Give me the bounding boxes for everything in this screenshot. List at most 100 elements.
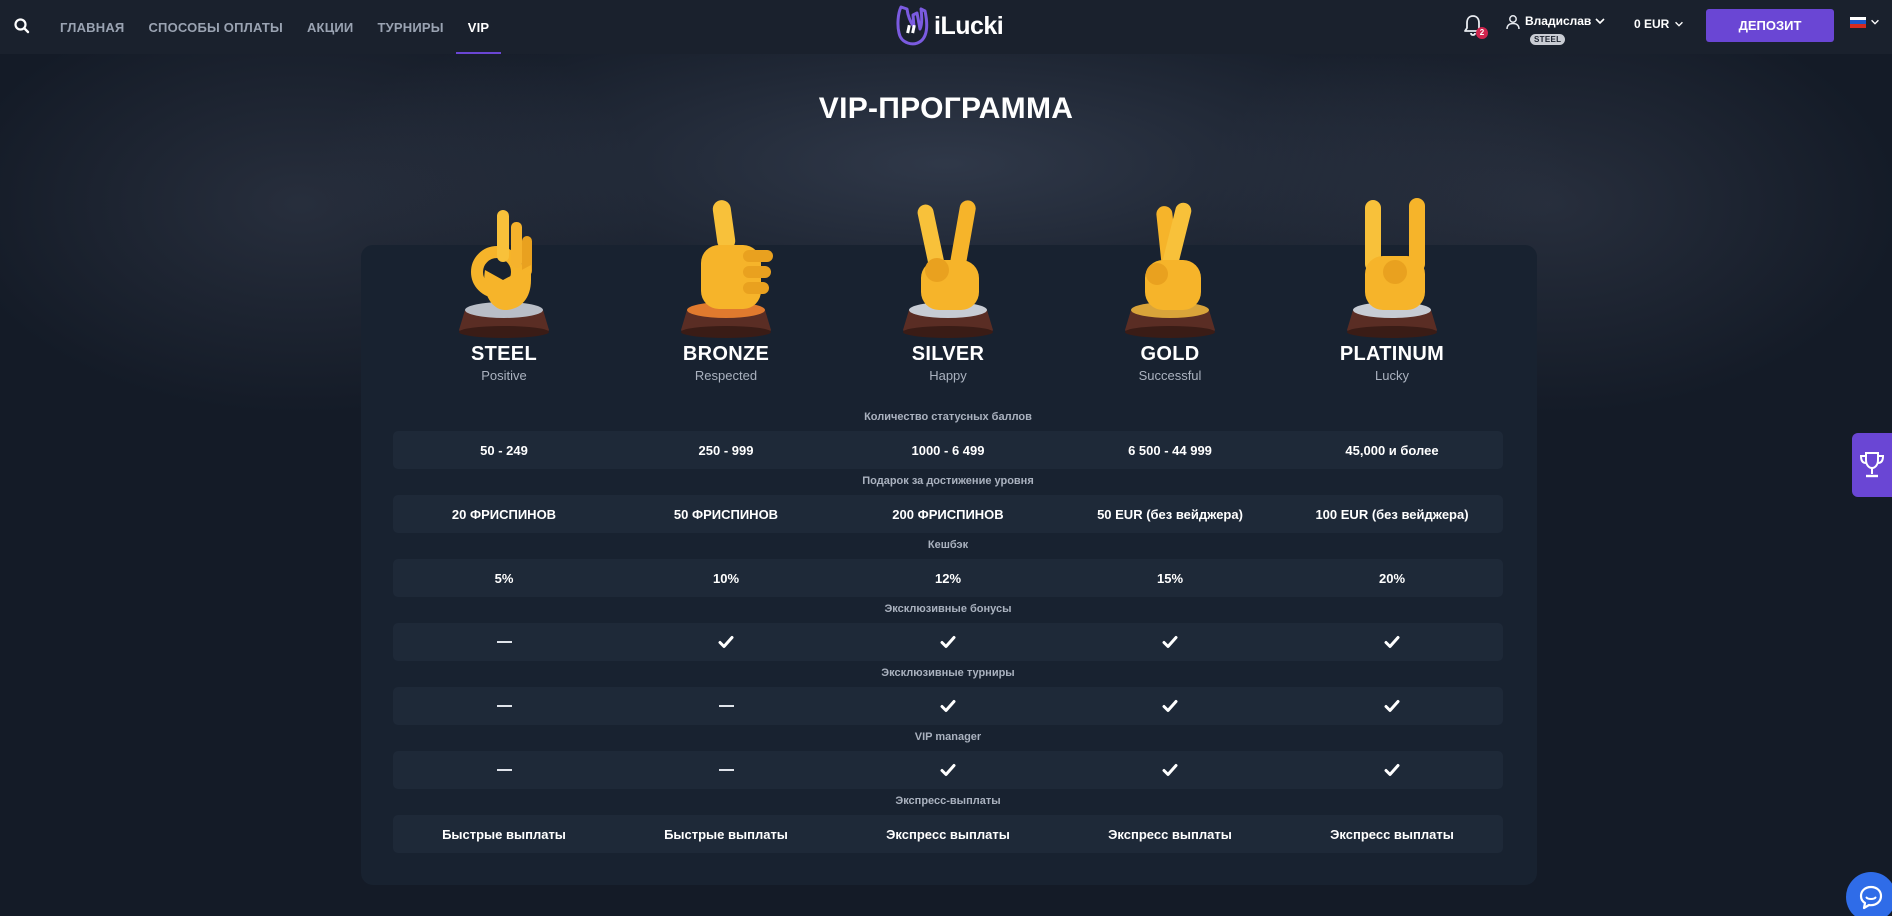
checkmark-icon (1384, 700, 1400, 712)
section-label-exclusive-bonuses: Эксклюзивные бонусы (884, 603, 1012, 615)
table-cell (615, 751, 837, 789)
checkmark-icon (940, 636, 956, 648)
table-cell (1059, 751, 1281, 789)
tier-silver: SILVER Happy (837, 190, 1059, 383)
search-icon (14, 18, 30, 34)
chevron-down-icon (1675, 21, 1684, 27)
nav-item-tournaments[interactable]: ТУРНИРЫ (365, 0, 455, 54)
table-cell (1281, 751, 1503, 789)
table-cell: 50 ФРИСПИНОВ (673, 506, 779, 522)
table-row-level-gift: 20 ФРИСПИНОВ 50 ФРИСПИНОВ 200 ФРИСПИНОВ … (393, 495, 1503, 533)
table-cell: 6 500 - 44 999 (1128, 442, 1212, 458)
table-cell: Экспресс выплаты (886, 826, 1010, 842)
tier-subtitle: Lucky (1375, 368, 1409, 383)
tiers-header: STEEL Positive BRONZE Respected SILVER H… (393, 190, 1503, 395)
user-level-badge: STEEL (1530, 34, 1566, 45)
logo-text: iLucki (934, 11, 1004, 40)
tier-name: PLATINUM (1339, 343, 1445, 365)
section-label-express-payouts: Экспресс-выплаты (895, 795, 1001, 807)
tier-name: SILVER (911, 343, 985, 365)
horns-hand-trophy-icon (1281, 190, 1503, 340)
section-label-level-gift: Подарок за достижение уровня (862, 475, 1034, 487)
language-selector[interactable] (1850, 16, 1881, 28)
thumbs-up-trophy-icon (615, 190, 837, 340)
page-title: VIP-ПРОГРАММА (818, 92, 1074, 125)
notification-badge: 2 (1476, 27, 1488, 39)
nav-item-payment-methods[interactable]: СПОСОБЫ ОПЛАТЫ (136, 0, 295, 54)
checkmark-icon (940, 764, 956, 776)
table-cell (615, 623, 837, 661)
tier-gold: GOLD Successful (1059, 190, 1281, 383)
user-icon (1506, 15, 1520, 30)
tier-steel: STEEL Positive (393, 190, 615, 383)
table-row-express-payouts: Быстрые выплаты Быстрые выплаты Экспресс… (393, 815, 1503, 853)
table-cell: 250 - 999 (698, 442, 754, 458)
table-cell (393, 623, 615, 661)
table-cell (837, 687, 1059, 725)
table-cell: 5% (494, 570, 514, 586)
table-cell: Быстрые выплаты (442, 826, 566, 842)
ok-hand-trophy-icon (393, 190, 615, 340)
chat-button[interactable] (1846, 872, 1892, 916)
table-row-cashback: 5% 10% 12% 15% 20% (393, 559, 1503, 597)
tier-platinum: PLATINUM Lucky (1281, 190, 1503, 383)
table-cell (837, 623, 1059, 661)
dash-icon (496, 705, 512, 707)
section-label-status-points: Количество статусных баллов (864, 411, 1032, 423)
user-menu[interactable]: Владислав (1505, 14, 1607, 30)
tier-name: BRONZE (682, 343, 770, 365)
nav-item-promotions[interactable]: АКЦИИ (295, 0, 366, 54)
table-cell: Быстрые выплаты (664, 826, 788, 842)
balance-dropdown[interactable]: 0 EUR (1634, 17, 1685, 31)
table-cell (1281, 687, 1503, 725)
trophy-icon (1859, 452, 1885, 478)
logo[interactable]: iLucki (893, 2, 1004, 50)
section-label-cashback: Кешбэк (927, 539, 969, 551)
tournaments-side-button[interactable] (1852, 433, 1892, 497)
checkmark-icon (718, 636, 734, 648)
dash-icon (718, 705, 734, 707)
tier-subtitle: Successful (1138, 368, 1202, 383)
main-nav: ГЛАВНАЯ СПОСОБЫ ОПЛАТЫ АКЦИИ ТУРНИРЫ VIP (60, 0, 501, 54)
section-label-exclusive-tournaments: Эксклюзивные турниры (881, 667, 1015, 679)
table-cell: 50 EUR (без вейджера) (1097, 506, 1243, 522)
chevron-down-icon (1871, 19, 1879, 25)
nav-item-home[interactable]: ГЛАВНАЯ (60, 0, 136, 54)
table-row-exclusive-tournaments (393, 687, 1503, 725)
table-cell: 20 ФРИСПИНОВ (451, 506, 557, 522)
table-cell: 10% (712, 570, 740, 586)
russia-flag-icon (1850, 16, 1866, 28)
table-cell (393, 751, 615, 789)
dash-icon (496, 769, 512, 771)
table-cell (615, 687, 837, 725)
horns-logo-icon (896, 5, 929, 46)
chat-icon (1859, 885, 1883, 910)
table-cell (1059, 623, 1281, 661)
table-cell: 100 EUR (без вейджера) (1315, 506, 1469, 522)
table-cell (1059, 687, 1281, 725)
tier-subtitle: Respected (694, 368, 758, 383)
dash-icon (496, 641, 512, 643)
section-label-vip-manager: VIP manager (914, 731, 982, 743)
victory-hand-trophy-icon (837, 190, 1059, 340)
chevron-down-icon (1595, 18, 1605, 25)
table-row-vip-manager (393, 751, 1503, 789)
table-row-exclusive-bonuses (393, 623, 1503, 661)
deposit-button[interactable]: ДЕПОЗИТ (1706, 9, 1834, 42)
tier-subtitle: Happy (929, 368, 967, 383)
table-cell: 45,000 и более (1345, 442, 1439, 458)
table-cell (837, 751, 1059, 789)
balance-value: 0 EUR (1634, 17, 1670, 31)
table-cell (1281, 623, 1503, 661)
tier-subtitle: Positive (481, 368, 527, 383)
search-button[interactable] (12, 16, 32, 36)
table-cell (393, 687, 615, 725)
checkmark-icon (1162, 764, 1178, 776)
table-cell: 12% (934, 570, 962, 586)
nav-item-vip[interactable]: VIP (455, 0, 502, 54)
checkmark-icon (1162, 636, 1178, 648)
table-row-status-points: 50 - 249 250 - 999 1000 - 6 499 6 500 - … (393, 431, 1503, 469)
checkmark-icon (1162, 700, 1178, 712)
table-cell: Экспресс выплаты (1330, 826, 1454, 842)
top-header: ГЛАВНАЯ СПОСОБЫ ОПЛАТЫ АКЦИИ ТУРНИРЫ VIP… (0, 0, 1892, 54)
